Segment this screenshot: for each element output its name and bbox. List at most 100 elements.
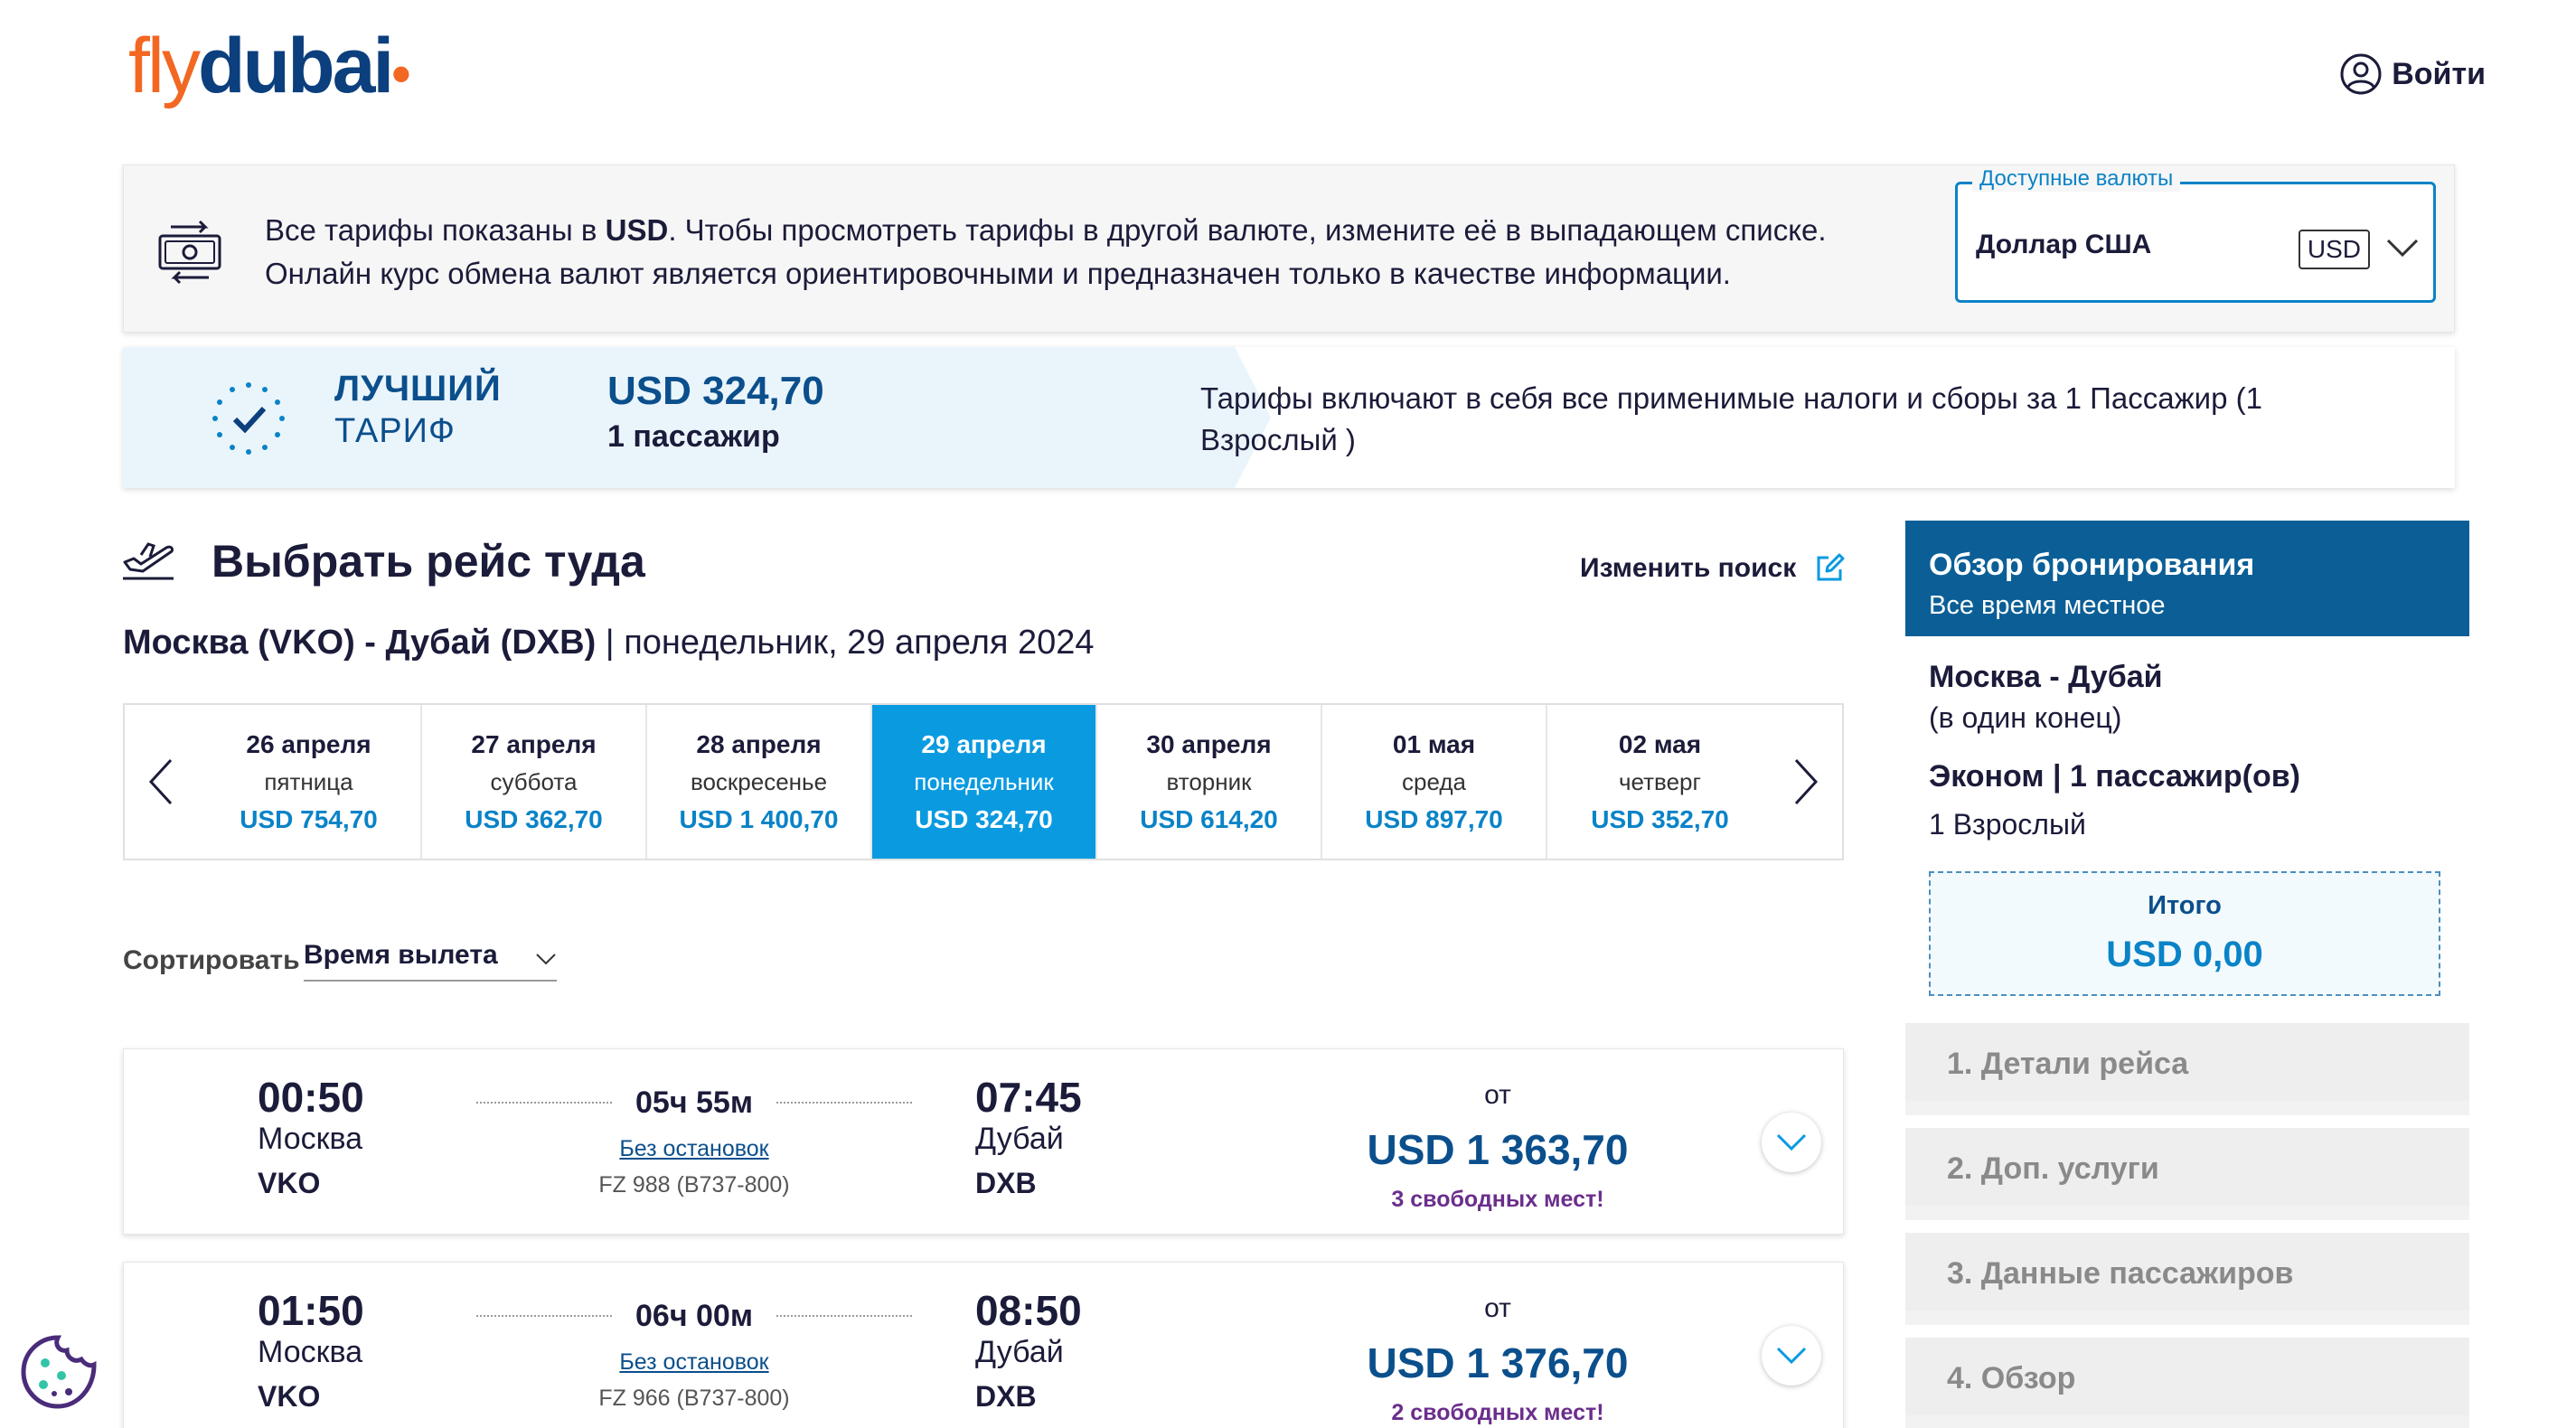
date-cell-price: USD 897,70: [1365, 804, 1503, 833]
edit-icon: [1817, 553, 1845, 581]
login-button[interactable]: Войти: [2339, 52, 2486, 96]
date-cell-date: 01 мая: [1392, 729, 1476, 758]
sort-value: Время вылета: [304, 940, 498, 970]
route-line: [776, 1315, 912, 1317]
date-cell-price: USD 754,70: [240, 804, 378, 833]
date-cell-date: 02 мая: [1618, 729, 1702, 758]
booking-step-label: 1. Детали рейса: [1947, 1047, 2189, 1081]
user-circle-icon: [2340, 53, 2382, 95]
currency-select-value: Доллар США: [1976, 230, 2152, 259]
arrival-time: 08:50: [975, 1287, 1082, 1334]
date-cell-weekday: вторник: [1166, 767, 1252, 795]
flight-price: USD 1 376,70: [1367, 1339, 1629, 1386]
sort-label: Сортировать: [123, 945, 300, 975]
best-fare-price: USD 324,70: [607, 369, 824, 413]
page-title: Выбрать рейс туда: [212, 536, 645, 587]
best-fare-label-line2: ТАРИФ: [334, 412, 456, 450]
date-carousel: 26 апреля пятница USD 754,70 27 апреля с…: [123, 703, 1844, 860]
currency-notice-text: Все тарифы показаны в USD. Чтобы просмот…: [265, 209, 1827, 296]
flight-price: USD 1 363,70: [1367, 1126, 1629, 1173]
best-fare-badge-icon: [212, 382, 285, 455]
booking-summary-subtitle: Все время местное: [1929, 591, 2166, 620]
booking-summary-title: Обзор бронирования: [1929, 548, 2255, 582]
summary-total-value: USD 0,00: [2106, 935, 2263, 974]
date-cell-date: 26 апреля: [246, 729, 371, 758]
booking-step-label: 2. Доп. услуги: [1947, 1151, 2159, 1186]
summary-route: Москва - Дубай: [1929, 660, 2163, 694]
date-prev-button[interactable]: [125, 705, 197, 859]
chevron-down-icon: [2386, 239, 2419, 258]
date-cell[interactable]: 27 апреля суббота USD 362,70: [422, 705, 647, 859]
route-line: [476, 1315, 612, 1317]
notice-prefix: Все тарифы показаны в: [265, 213, 606, 247]
date-cell[interactable]: 01 мая среда USD 897,70: [1322, 705, 1547, 859]
modify-search-link[interactable]: Изменить поиск: [1580, 553, 1845, 584]
date-cell-weekday: среда: [1402, 767, 1466, 795]
currency-notice-line2: Онлайн курс обмена валют является ориент…: [265, 257, 1731, 290]
cookie-icon[interactable]: [18, 1332, 98, 1412]
route-line: [776, 1102, 912, 1104]
flight-card[interactable]: 01:50 Москва VKO 06ч 00м Без остановок F…: [123, 1262, 1844, 1428]
seats-left: 2 свободных мест!: [1391, 1400, 1604, 1425]
date-cell[interactable]: 30 апреля вторник USD 614,20: [1097, 705, 1322, 859]
booking-summary-header: Обзор бронирования Все время местное: [1905, 521, 2469, 636]
chevron-down-icon: [1776, 1347, 1807, 1365]
flight-duration: 06ч 00м: [635, 1299, 753, 1333]
chevron-left-icon: [148, 758, 173, 805]
date-cell[interactable]: 28 апреля воскресенье USD 1 400,70: [647, 705, 872, 859]
currency-notice: Все тарифы показаны в USD . Чтобы просмот…: [123, 164, 2455, 333]
route-date: | понедельник, 29 апреля 2024: [596, 624, 1095, 662]
booking-summary: Обзор бронирования Все время местное Мос…: [1905, 521, 2469, 1428]
date-cell-date: 30 апреля: [1146, 729, 1272, 758]
departure-code: VKO: [258, 1167, 321, 1199]
stops-link[interactable]: Без остановок: [572, 1136, 816, 1162]
booking-step[interactable]: 1. Детали рейса: [1905, 1010, 2469, 1101]
date-next-button[interactable]: [1770, 705, 1842, 859]
modify-search-label: Изменить поиск: [1580, 553, 1797, 583]
flight-number: FZ 966 (B737-800): [598, 1386, 790, 1411]
date-cell-price: USD 614,20: [1140, 804, 1278, 833]
booking-step[interactable]: 4. Обзор: [1905, 1325, 2469, 1415]
departure-code: VKO: [258, 1380, 321, 1413]
plane-departure-icon: [123, 542, 174, 580]
seats-left: 3 свободных мест!: [1391, 1187, 1604, 1212]
expand-flight-button[interactable]: [1762, 1326, 1821, 1386]
flight-duration: 05ч 55м: [635, 1085, 753, 1120]
stops-link[interactable]: Без остановок: [572, 1349, 816, 1376]
booking-step-label: 3. Данные пассажиров: [1947, 1256, 2294, 1291]
currency-notice-line1: Все тарифы показаны в USD. Чтобы просмот…: [265, 209, 1827, 252]
date-cell[interactable]: 02 мая четверг USD 352,70: [1547, 705, 1772, 859]
price-from-label: от: [1484, 1293, 1511, 1323]
summary-total: Итого USD 0,00: [1929, 871, 2440, 996]
date-list: 26 апреля пятница USD 754,70 27 апреля с…: [197, 705, 1773, 859]
expand-flight-button[interactable]: [1762, 1113, 1821, 1172]
route-airports: Москва (VKO) - Дубай (DXB): [123, 624, 597, 662]
date-cell-weekday: четверг: [1619, 767, 1701, 795]
route-line: [476, 1102, 612, 1104]
arrival-code: DXB: [975, 1380, 1037, 1413]
summary-total-label: Итого: [2148, 891, 2222, 920]
booking-step[interactable]: 2. Доп. услуги: [1905, 1115, 2469, 1206]
flight-card[interactable]: 00:50 Москва VKO 05ч 55м Без остановок F…: [123, 1048, 1844, 1235]
notice-suffix: . Чтобы просмотреть тарифы в другой валю…: [668, 213, 1827, 247]
departure-time: 01:50: [258, 1287, 364, 1334]
best-fare-banner: ЛУЧШИЙ ТАРИФ USD 324,70 1 пассажир Тариф…: [123, 347, 2455, 488]
logo-fly-text: fly: [128, 23, 201, 109]
date-cell-selected[interactable]: 29 апреля понедельник USD 324,70: [872, 705, 1097, 859]
departure-city: Москва: [258, 1122, 363, 1156]
currency-code-badge: USD: [2298, 230, 2370, 269]
booking-step[interactable]: 3. Данные пассажиров: [1905, 1220, 2469, 1311]
summary-cabin: Эконом | 1 пассажир(ов): [1929, 759, 2300, 794]
currency-select[interactable]: Доступные валюты Доллар США USD: [1955, 166, 2436, 303]
route-summary: Москва (VKO) - Дубай (DXB) | понедельник…: [123, 624, 1095, 662]
date-cell-price: USD 352,70: [1591, 804, 1729, 833]
login-label: Войти: [2392, 56, 2486, 91]
flydubai-logo[interactable]: flydubai•: [128, 27, 410, 105]
date-cell[interactable]: 26 апреля пятница USD 754,70: [197, 705, 422, 859]
price-from-label: от: [1484, 1080, 1511, 1110]
date-cell-price: USD 1 400,70: [679, 804, 839, 833]
arrival-code: DXB: [975, 1167, 1037, 1199]
logo-dot: •: [391, 43, 410, 104]
chevron-down-icon: [536, 954, 556, 965]
sort-select[interactable]: Время вылета: [304, 936, 557, 982]
